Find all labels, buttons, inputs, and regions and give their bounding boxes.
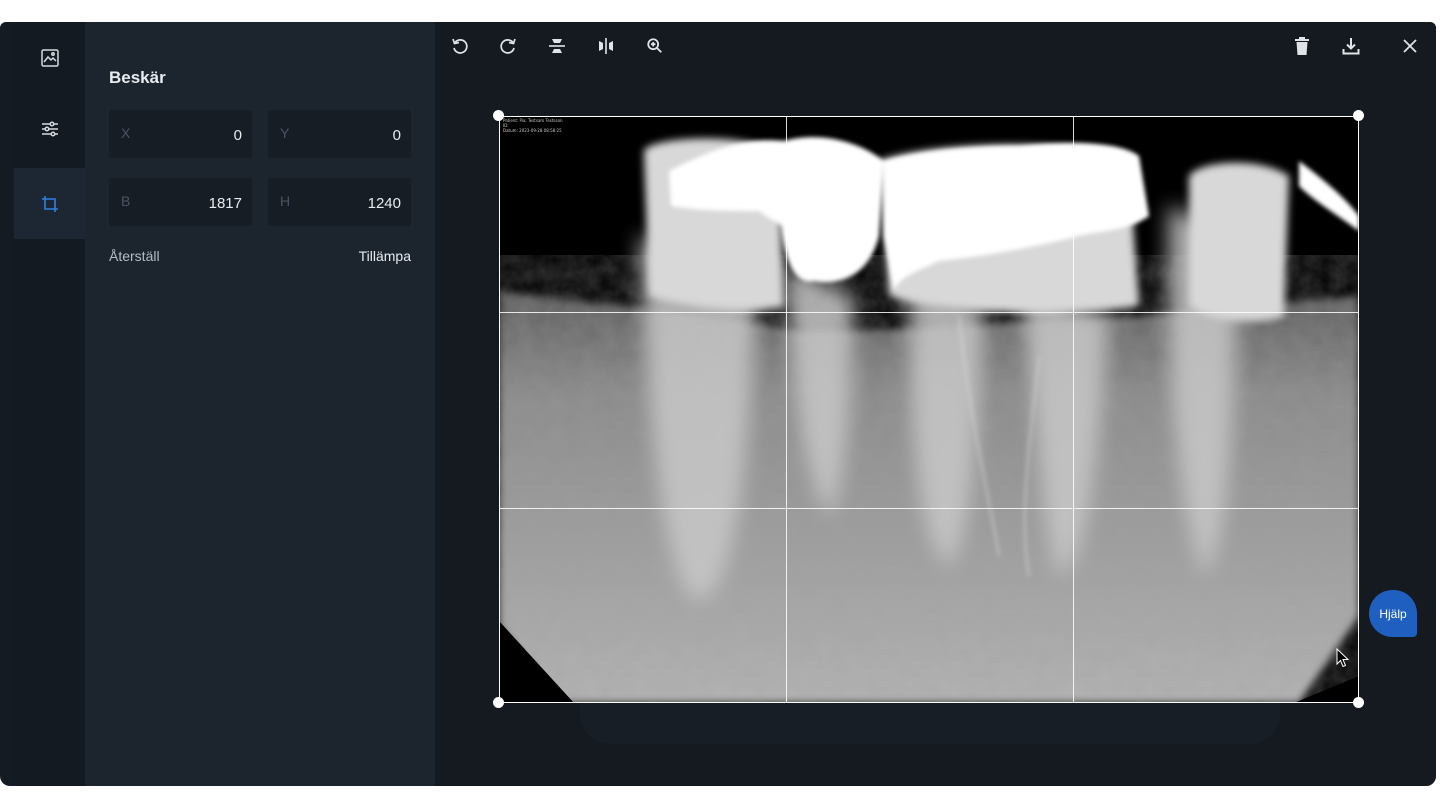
delete-button[interactable]	[1290, 34, 1314, 58]
crop-handle-bottom-right[interactable]	[1353, 697, 1364, 708]
panel-title: Beskär	[109, 68, 166, 87]
crop-handle-bottom-left[interactable]	[493, 697, 504, 708]
rail-item-adjust[interactable]	[14, 93, 85, 164]
crop-frame[interactable]	[499, 116, 1359, 703]
zoom-in-icon	[647, 38, 662, 53]
trash-icon	[1295, 37, 1309, 55]
crop-grid-line	[499, 312, 1359, 313]
height-field[interactable]: H	[268, 178, 411, 228]
close-button[interactable]	[1398, 34, 1422, 58]
flip-horizontal-icon	[599, 38, 613, 54]
close-icon	[1403, 39, 1417, 53]
flip-vertical-icon	[549, 39, 565, 53]
help-button[interactable]: Hjälp	[1369, 590, 1417, 637]
download-icon	[1342, 38, 1360, 55]
width-label: B	[121, 193, 131, 209]
zoom-in-button[interactable]	[643, 34, 667, 58]
apply-button[interactable]: Tillämpa	[359, 248, 411, 264]
crop-panel: Beskär X Y B H Återställ Tillämpa	[85, 22, 435, 786]
download-button[interactable]	[1339, 34, 1363, 58]
reset-button[interactable]: Återställ	[109, 248, 160, 264]
rotate-right-icon	[500, 38, 516, 54]
rail-item-crop[interactable]	[14, 168, 85, 239]
rotate-left-icon	[452, 38, 468, 54]
rotate-right-button[interactable]	[496, 34, 520, 58]
x-input[interactable]	[140, 110, 244, 160]
y-input[interactable]	[299, 110, 403, 160]
crop-grid-line	[786, 116, 787, 703]
crop-handle-top-left[interactable]	[493, 110, 504, 121]
flip-horizontal-button[interactable]	[594, 34, 618, 58]
height-label: H	[280, 193, 291, 209]
y-label: Y	[280, 125, 290, 141]
y-field[interactable]: Y	[268, 110, 411, 160]
crop-icon	[41, 195, 58, 212]
tool-rail	[14, 22, 85, 786]
crop-grid-line	[499, 508, 1359, 509]
width-field[interactable]: B	[109, 178, 252, 228]
crop-handle-top-right[interactable]	[1353, 110, 1364, 121]
flip-vertical-button[interactable]	[545, 34, 569, 58]
mouse-pointer-icon	[1336, 648, 1350, 668]
rail-item-image[interactable]	[14, 22, 85, 93]
crop-grid-line	[1073, 116, 1074, 703]
rotate-left-button[interactable]	[448, 34, 472, 58]
x-field[interactable]: X	[109, 110, 252, 160]
height-input[interactable]	[299, 178, 403, 228]
sliders-icon	[41, 120, 58, 137]
image-shadow	[580, 700, 1280, 744]
image-icon	[40, 48, 59, 67]
width-input[interactable]	[140, 178, 244, 228]
x-label: X	[121, 125, 131, 141]
